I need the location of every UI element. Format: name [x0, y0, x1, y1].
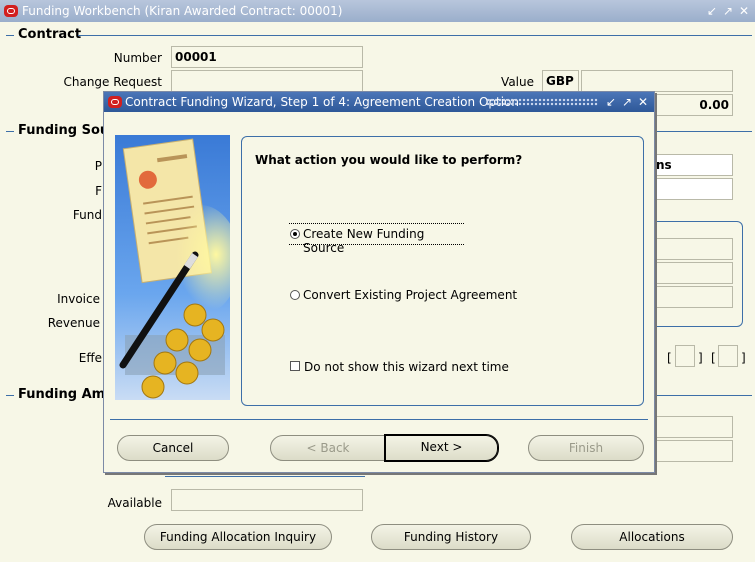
titlebar-grip — [486, 98, 598, 106]
funding-source-field[interactable] — [655, 286, 733, 308]
window-title: Funding Workbench (Kiran Awarded Contrac… — [22, 4, 343, 18]
funding-amount-section-title: Funding Amo — [18, 387, 115, 402]
available-field[interactable] — [171, 489, 363, 511]
radio-unselected-icon[interactable] — [290, 290, 300, 300]
option-convert-label: Convert Existing Project Agreement — [303, 288, 518, 302]
section-rule — [6, 35, 14, 36]
available-label: Available — [107, 496, 162, 510]
bracket-glyph: [ — [667, 351, 672, 365]
next-button[interactable]: Next > — [384, 434, 499, 462]
section-rule — [78, 35, 752, 36]
allocations-button[interactable]: Allocations — [571, 524, 733, 550]
funding-history-button[interactable]: Funding History — [371, 524, 531, 550]
wizard-title: Contract Funding Wizard, Step 1 of 4: Ag… — [125, 95, 519, 109]
funding-source-label: Fund — [72, 208, 102, 222]
close-icon[interactable]: ✕ — [638, 92, 648, 112]
funding-workbench-window: Funding Workbench (Kiran Awarded Contrac… — [0, 0, 755, 562]
cancel-button[interactable]: Cancel — [117, 435, 229, 461]
amount-rule — [165, 476, 365, 477]
funding-source-field[interactable] — [655, 238, 733, 260]
contract-number-field[interactable]: 00001 — [171, 46, 363, 68]
funding-source-label: Invoice — [57, 292, 100, 306]
value-field[interactable] — [581, 70, 733, 92]
contract-section-title: Contract — [18, 27, 82, 42]
do-not-show-label: Do not show this wizard next time — [304, 360, 509, 374]
funding-amount-field[interactable] — [655, 416, 733, 438]
checkbox-icon[interactable] — [290, 361, 300, 371]
oracle-logo-icon — [108, 96, 122, 108]
section-rule — [6, 131, 14, 132]
funding-source-field[interactable] — [655, 262, 733, 284]
currency-field[interactable]: GBP — [542, 70, 579, 92]
bracket-glyph: ] — [698, 351, 703, 365]
option-create-new-funding-source[interactable]: Create New Funding Source — [289, 223, 464, 255]
number-label: Number — [113, 51, 162, 65]
wizard-question: What action you would like to perform? — [255, 153, 523, 167]
do-not-show-wizard-option[interactable]: Do not show this wizard next time — [289, 359, 519, 377]
funding-source-label: P — [94, 159, 102, 173]
funding-amount-field[interactable] — [655, 440, 733, 462]
bracket-glyph: ] — [741, 351, 746, 365]
finish-button[interactable]: Finish — [528, 435, 644, 461]
radio-selected-icon[interactable] — [290, 229, 300, 239]
funding-source-label: F — [95, 184, 102, 198]
section-rule — [655, 395, 752, 396]
funding-source-label: Effe — [78, 351, 102, 365]
section-rule — [655, 131, 752, 132]
change-request-label: Change Request — [63, 75, 162, 89]
bracket-glyph: [ — [711, 351, 716, 365]
funding-source-field[interactable]: ns — [655, 154, 733, 176]
wizard-button-separator — [110, 419, 648, 420]
minimize-icon[interactable]: ↙ — [707, 0, 717, 22]
option-convert-existing-agreement[interactable]: Convert Existing Project Agreement — [289, 287, 519, 305]
funding-source-section-title: Funding Sour — [18, 123, 116, 138]
section-rule — [6, 395, 14, 396]
minimize-icon[interactable]: ↙ — [606, 92, 616, 112]
funding-allocation-inquiry-button[interactable]: Funding Allocation Inquiry — [144, 524, 332, 550]
back-button[interactable]: < Back — [270, 435, 386, 461]
maximize-icon[interactable]: ↗ — [723, 0, 733, 22]
funding-source-field[interactable] — [655, 178, 733, 200]
option-create-label: Create New Funding Source — [303, 227, 425, 255]
wizard-options-panel: What action you would like to perform? C… — [241, 136, 644, 406]
contract-funding-wizard-dialog: Contract Funding Wizard, Step 1 of 4: Ag… — [103, 91, 655, 473]
change-request-field[interactable] — [171, 70, 363, 92]
close-icon[interactable]: ✕ — [739, 0, 749, 22]
flex-field[interactable] — [718, 345, 738, 367]
oracle-logo-icon — [4, 5, 18, 17]
maximize-icon[interactable]: ↗ — [622, 92, 632, 112]
wizard-illustration — [115, 135, 230, 400]
wizard-titlebar[interactable]: Contract Funding Wizard, Step 1 of 4: Ag… — [104, 92, 654, 112]
window-titlebar[interactable]: Funding Workbench (Kiran Awarded Contrac… — [0, 0, 755, 22]
value-label: Value — [501, 75, 534, 89]
funding-source-label: Revenue — [47, 316, 100, 330]
flex-field[interactable] — [675, 345, 695, 367]
